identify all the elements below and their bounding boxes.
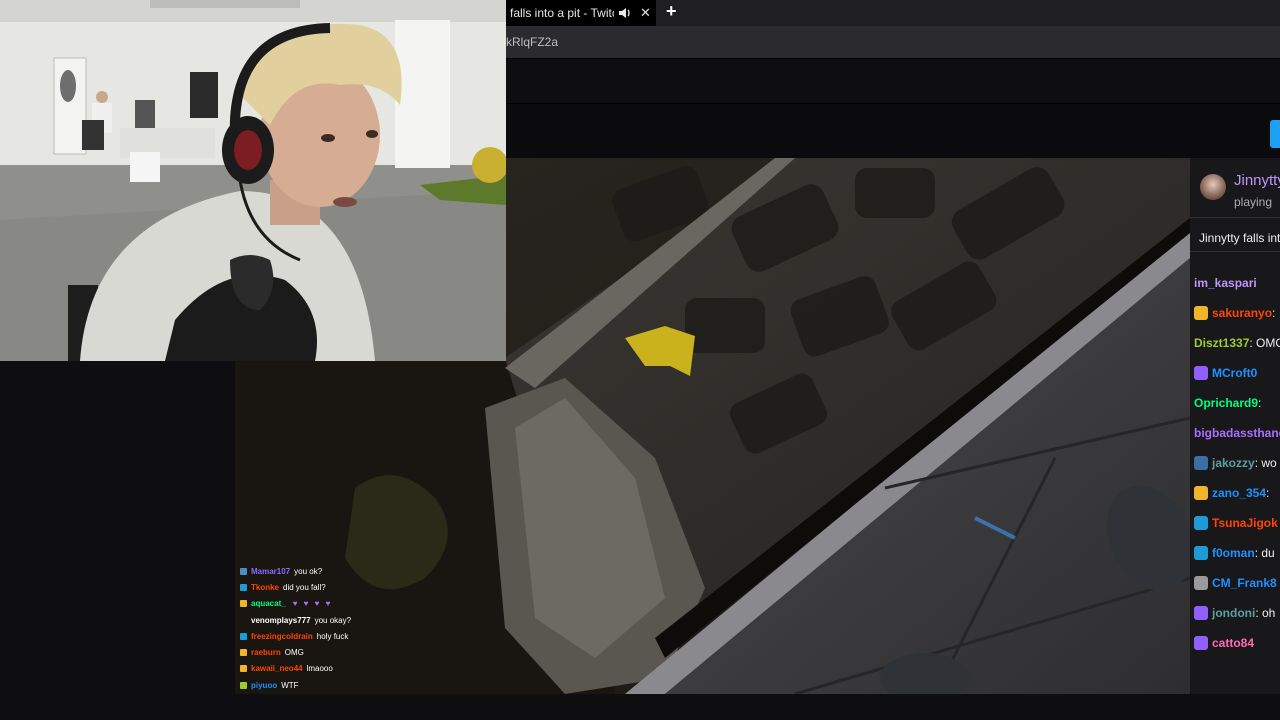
overlay-chat-username: Mamar107 <box>251 566 291 576</box>
chat-message-list: im_kasparisakuranyo:Diszt1337: OMGMCroft… <box>1190 268 1280 658</box>
chat-panel: Jinnytty playing Jinnytty falls into a p… <box>1190 158 1280 694</box>
overlay-chat-text: holy fuck <box>316 631 349 641</box>
overlay-badge-icon <box>240 681 247 689</box>
overlay-chat-line: Tkonke did you fall? <box>240 579 420 595</box>
tab-title: falls into a pit - Twitch <box>510 6 614 20</box>
overlay-chat: Mamar107 you ok? Tkonke did you fall? aquaca… <box>240 563 420 693</box>
webcam-frame <box>0 0 506 361</box>
chat-message: MCroft0 <box>1190 358 1280 388</box>
overlay-chat-line: kawaii_neo44 lmaooo <box>240 661 420 677</box>
chat-message: jakozzy: wo <box>1190 448 1280 478</box>
chat-badge-icon[interactable] <box>1194 606 1208 620</box>
stream-status: playing <box>1234 195 1273 209</box>
overlay-chat-username: piyuoo <box>251 680 278 690</box>
chat-message: Diszt1337: OMG <box>1190 328 1280 358</box>
chat-message: im_kaspari <box>1190 268 1280 298</box>
chat-badge-icon[interactable] <box>1194 516 1208 530</box>
chat-badge-icon[interactable] <box>1194 366 1208 380</box>
overlay-chat-username: raeburn <box>251 648 281 658</box>
channel-header: Jinnytty playing <box>1190 158 1280 218</box>
chat-username[interactable]: f0oman <box>1212 546 1255 560</box>
overlay-chat-line: piyuoo WTF <box>240 677 420 693</box>
chat-text: : du <box>1254 546 1275 560</box>
overlay-chat-text: WTF <box>281 680 299 690</box>
overlay-chat-text: lmaooo <box>306 664 333 674</box>
chat-badge-icon[interactable] <box>1194 576 1208 590</box>
chat-text: : OMG <box>1249 336 1280 350</box>
screen: { "browser": { "tab_title": "falls into … <box>0 0 1280 720</box>
overlay-badge-icon <box>240 583 247 591</box>
overlay-chat-text: did you fall? <box>283 582 326 592</box>
overlay-chat-line: Mamar107 you ok? <box>240 563 420 579</box>
chat-text: : <box>1272 306 1276 320</box>
twitter-share-button[interactable] <box>1270 120 1280 148</box>
chat-username[interactable]: MCroft0 <box>1212 366 1257 380</box>
chat-username[interactable]: jakozzy <box>1212 456 1255 470</box>
overlay-chat-text: OMG <box>284 648 304 658</box>
streamer-name[interactable]: Jinnytty <box>1234 172 1280 189</box>
chat-username[interactable]: CM_Frank8 <box>1212 576 1277 590</box>
overlay-chat-username: Tkonke <box>251 582 280 592</box>
browser-tab[interactable]: falls into a pit - Twitch ✕ <box>506 0 656 26</box>
twitch-top-nav <box>506 60 1280 104</box>
overlay-chat-line: freezingcoldrain holy fuck <box>240 628 420 644</box>
chat-username[interactable]: sakuranyo <box>1212 306 1272 320</box>
chat-username[interactable]: bigbadassthano <box>1194 426 1280 440</box>
chat-username[interactable]: TsunaJigok <box>1212 516 1278 530</box>
left-empty-pane <box>0 361 235 720</box>
chat-badge-icon[interactable] <box>1194 636 1208 650</box>
chat-message: zano_354: <box>1190 478 1280 508</box>
chat-text: : wo <box>1254 456 1277 470</box>
browser-tab-strip: falls into a pit - Twitch ✕ + <box>506 0 1280 26</box>
chat-message: Oprichard9: <box>1190 388 1280 418</box>
chat-message: TsunaJigok <box>1190 508 1280 538</box>
chat-username[interactable]: catto84 <box>1212 636 1254 650</box>
chat-message: jondoni: oh <box>1190 598 1280 628</box>
stream-title: Jinnytty falls into a pit <box>1190 224 1280 252</box>
heart-emote-icon: ♥ ♥ ♥ ♥ <box>292 599 333 609</box>
overlay-chat-text: you ok? <box>294 566 323 576</box>
chat-text: : <box>1258 396 1262 410</box>
chat-username[interactable]: Diszt1337 <box>1194 336 1249 350</box>
chat-username[interactable]: zano_354 <box>1212 486 1266 500</box>
overlay-chat-username: freezingcoldrain <box>251 631 313 641</box>
chat-username[interactable]: Oprichard9 <box>1194 396 1258 410</box>
chat-message: CM_Frank8 <box>1190 568 1280 598</box>
chat-badge-icon[interactable] <box>1194 306 1208 320</box>
chat-badge-icon[interactable] <box>1194 486 1208 500</box>
overlay-chat-line: aquacat_ ♥ ♥ ♥ ♥ <box>240 596 420 612</box>
overlay-chat-text: you okay? <box>314 615 352 625</box>
chat-badge-icon[interactable] <box>1194 456 1208 470</box>
chat-message: f0oman: du <box>1190 538 1280 568</box>
url-text: kRlqFZ2a <box>506 35 559 49</box>
overlay-badge-icon <box>240 617 247 624</box>
webcam-overlay <box>0 0 506 361</box>
player-bottom-bar <box>235 694 1280 720</box>
overlay-chat-username: kawaii_neo44 <box>251 664 303 674</box>
chat-message: catto84 <box>1190 628 1280 658</box>
overlay-badge-icon <box>240 567 247 575</box>
overlay-badge-icon <box>240 649 247 657</box>
chat-message: bigbadassthano <box>1190 418 1280 448</box>
overlay-chat-line: venomplays777 you okay? <box>240 612 420 628</box>
overlay-chat-username: venomplays777 <box>251 615 311 625</box>
chat-username[interactable]: im_kaspari <box>1194 276 1257 290</box>
address-bar[interactable]: kRlqFZ2a <box>506 26 1280 59</box>
speaker-icon[interactable] <box>618 7 632 19</box>
new-tab-button[interactable]: + <box>666 1 677 22</box>
overlay-badge-icon <box>240 665 247 673</box>
chat-badge-icon[interactable] <box>1194 546 1208 560</box>
overlay-chat-line: raeburn OMG <box>240 644 420 660</box>
chat-message: sakuranyo: <box>1190 298 1280 328</box>
overlay-chat-username: aquacat_ <box>251 599 286 609</box>
overlay-badge-icon <box>240 632 247 640</box>
chat-text: : oh <box>1255 606 1276 620</box>
twitch-subheader <box>506 104 1280 158</box>
chat-text: : <box>1266 486 1270 500</box>
close-tab-icon[interactable]: ✕ <box>640 5 651 21</box>
chat-username[interactable]: jondoni <box>1212 606 1255 620</box>
streamer-avatar[interactable] <box>1200 174 1226 200</box>
overlay-badge-icon <box>240 600 247 608</box>
